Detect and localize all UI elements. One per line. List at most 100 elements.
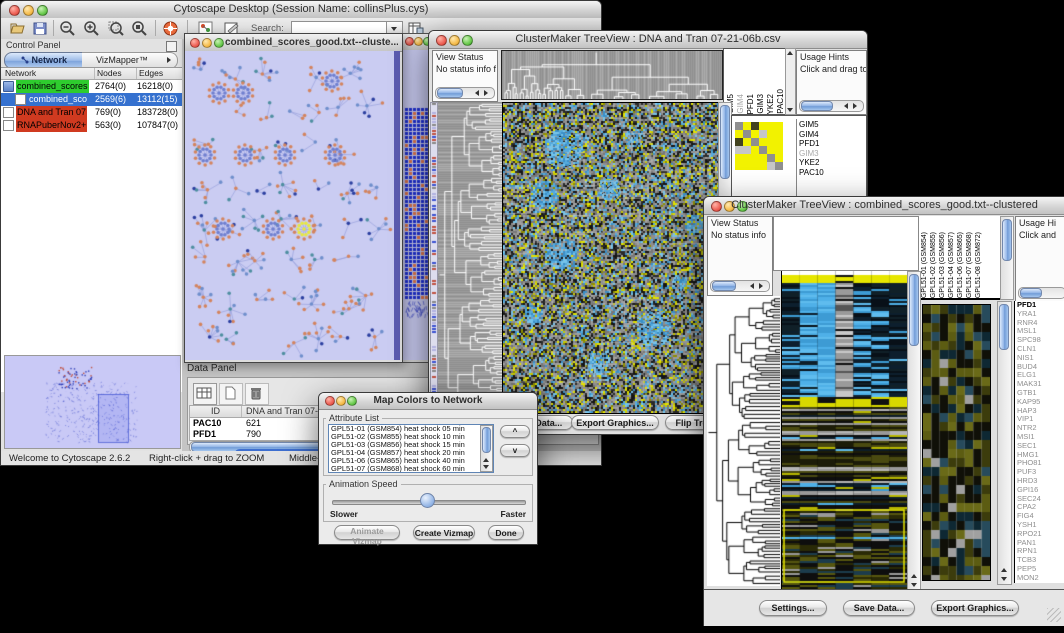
network-row[interactable]: combined_sco2569(6)13112(15) — [1, 93, 182, 106]
move-down-button[interactable]: v — [500, 444, 530, 457]
heatmap-vscrollbar[interactable] — [907, 271, 921, 591]
scroll-up-icon[interactable] — [911, 574, 917, 578]
heatmap-canvas[interactable] — [502, 102, 719, 414]
close-button[interactable] — [190, 38, 200, 48]
attribute-item[interactable]: GPL51-07 (GSM868) heat shock 60 min — [329, 465, 493, 473]
network-row[interactable]: RNAPuberNov2+563(0)107847(0) — [1, 119, 182, 132]
hscroll-thumb[interactable] — [712, 281, 736, 291]
save-icon[interactable] — [31, 20, 49, 37]
minimize-button[interactable] — [414, 37, 423, 46]
col-header-network[interactable]: Network — [1, 68, 95, 79]
label-item[interactable]: PAC10 — [797, 168, 865, 178]
label-item[interactable]: GIM3 — [756, 94, 765, 114]
scroll-left-icon[interactable] — [844, 103, 848, 109]
column-dendrogram[interactable] — [501, 50, 723, 100]
heatmap-canvas[interactable] — [781, 271, 907, 589]
label-item[interactable]: PFD1 — [746, 94, 755, 114]
label-item[interactable]: GPL51-01 (GSM854) — [921, 232, 928, 298]
view-status-hscrollbar[interactable] — [710, 280, 770, 292]
label-item[interactable]: GPL51-03 (GSM856) — [939, 232, 946, 298]
label-item[interactable]: PAC10 — [776, 89, 785, 114]
scroll-up-icon[interactable] — [787, 51, 793, 55]
done-button[interactable]: Done — [488, 525, 524, 540]
zoom-button[interactable] — [214, 38, 224, 48]
label-item[interactable]: PFD1 — [797, 139, 865, 149]
scroll-up-icon[interactable] — [1001, 568, 1007, 572]
row-dendrogram[interactable] — [707, 296, 780, 586]
label-item[interactable]: GIM5 — [797, 120, 865, 130]
move-up-button[interactable]: ^ — [500, 425, 530, 438]
scroll-down-icon[interactable] — [1001, 577, 1007, 581]
scroll-right-icon[interactable] — [759, 283, 763, 289]
export-graphics-button[interactable]: Export Graphics... — [571, 415, 659, 430]
label-item[interactable]: YKE2 — [797, 158, 865, 168]
col-header-edges[interactable]: Edges — [137, 68, 182, 79]
help-lifering-icon[interactable] — [162, 20, 180, 37]
open-file-icon[interactable] — [9, 20, 27, 37]
label-item[interactable]: GPL51-07 (GSM868) — [966, 232, 973, 298]
zoom-heatmap-canvas[interactable] — [922, 304, 991, 581]
vscroll-thumb[interactable] — [720, 105, 730, 179]
hscroll-thumb[interactable] — [1020, 288, 1042, 298]
minimize-button[interactable] — [202, 38, 212, 48]
scroll-down-icon[interactable] — [483, 465, 489, 469]
scroll-down-icon[interactable] — [787, 108, 793, 112]
delete-attribute-icon[interactable] — [245, 383, 269, 405]
create-vizmap-button[interactable]: Create Vizmap — [413, 525, 475, 540]
close-button[interactable] — [405, 37, 414, 46]
scroll-right-icon[interactable] — [853, 103, 857, 109]
save-data-button[interactable]: Save Data... — [843, 600, 915, 616]
label-item[interactable]: MON2 — [1015, 574, 1064, 583]
row-dendrogram[interactable] — [438, 102, 502, 412]
label-item[interactable]: YKE2 — [766, 94, 775, 114]
column-tree-area[interactable] — [773, 216, 919, 271]
zoom-selected-icon[interactable] — [107, 20, 125, 37]
label-item[interactable]: GPL51-04 (GSM857) — [948, 232, 955, 298]
vscroll-thumb[interactable] — [482, 427, 491, 453]
column-labels-vscrollbar[interactable] — [1000, 216, 1014, 300]
resize-grip-icon[interactable] — [1047, 608, 1061, 622]
speed-slider-thumb[interactable] — [420, 493, 435, 508]
col-header-nodes[interactable]: Nodes — [95, 68, 137, 79]
scroll-left-icon[interactable] — [750, 283, 754, 289]
hscroll-thumb[interactable] — [437, 88, 463, 98]
scroll-right-icon[interactable] — [484, 90, 488, 96]
label-item[interactable]: GPL51-02 (GSM855) — [930, 232, 937, 298]
scroll-up-icon[interactable] — [483, 458, 489, 462]
zoom-out-icon[interactable] — [59, 20, 77, 37]
label-item[interactable]: GPL51-06 (GSM865) — [957, 232, 964, 298]
treeview-combined-titlebar[interactable]: ClusterMaker TreeView : combined_scores_… — [704, 197, 1064, 215]
attribute-list[interactable]: GPL51-01 (GSM854) heat shock 05 minGPL51… — [328, 424, 494, 473]
network-row[interactable]: DNA and Tran 07769(0)183728(0) — [1, 106, 182, 119]
usage-hints-hscrollbar[interactable] — [799, 100, 864, 112]
scroll-down-icon[interactable] — [911, 583, 917, 587]
label-item[interactable]: GPL51-08 (GSM872) — [975, 232, 982, 298]
network-view-titlebar[interactable]: combined_scores_good.txt--cluste... — [185, 34, 402, 52]
label-item[interactable]: GIM4 — [736, 94, 745, 114]
treeview-dna-titlebar[interactable]: ClusterMaker TreeView : DNA and Tran 07-… — [429, 31, 867, 49]
new-attribute-icon[interactable] — [219, 383, 243, 405]
animate-vizmap-button[interactable]: Animate Vizmap — [334, 525, 400, 540]
usage-hints-hscrollbar[interactable] — [1018, 287, 1064, 299]
float-panel-icon[interactable] — [166, 41, 177, 52]
network-overview-canvas[interactable] — [4, 355, 181, 449]
label-strip-scrollbar[interactable] — [785, 48, 796, 115]
network-view-canvas[interactable] — [185, 51, 400, 360]
zoom-fit-icon[interactable] — [131, 20, 149, 37]
vscroll-thumb[interactable] — [1002, 219, 1012, 261]
table-mode-icon[interactable] — [193, 383, 217, 405]
label-item[interactable]: GIM4 — [797, 130, 865, 140]
zoom-in-icon[interactable] — [83, 20, 101, 37]
scroll-left-icon[interactable] — [475, 90, 479, 96]
view-status-hscrollbar[interactable] — [435, 87, 495, 99]
label-item[interactable]: GIM3 — [797, 149, 865, 159]
background-network-canvas[interactable] — [402, 50, 430, 360]
network-row[interactable]: combined_scores2764(0)16218(0) — [1, 80, 182, 93]
export-graphics-button[interactable]: Export Graphics... — [931, 600, 1019, 616]
main-titlebar[interactable]: Cytoscape Desktop (Session Name: collins… — [1, 1, 601, 19]
zoom-vscrollbar[interactable] — [997, 301, 1012, 585]
attribute-list-vscrollbar[interactable] — [480, 425, 493, 472]
vscroll-thumb[interactable] — [999, 304, 1009, 350]
settings-button[interactable]: Settings... — [759, 600, 827, 616]
dialog-titlebar[interactable]: Map Colors to Network — [319, 393, 537, 410]
